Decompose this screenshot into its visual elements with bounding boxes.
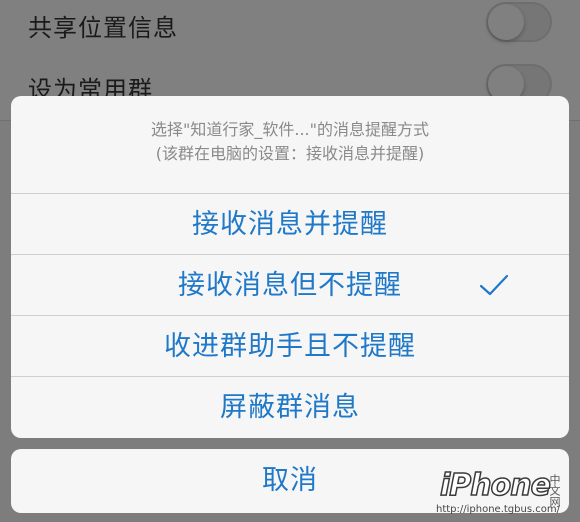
option-move-to-group-assistant[interactable]: 收进群助手且不提醒: [11, 316, 569, 377]
option-label: 屏蔽群消息: [220, 392, 360, 423]
action-sheet-subtitle: (该群在电脑的设置：接收消息并提醒): [155, 144, 425, 163]
site-watermark: iPhone 中文网 http://iphone.tgbus.com/: [436, 467, 572, 516]
watermark-cn-text: 中文网: [548, 474, 561, 507]
share-location-toggle: [486, 2, 552, 42]
action-sheet-title: 选择"知道行家_软件..."的消息提醒方式: [151, 120, 429, 139]
option-receive-and-notify[interactable]: 接收消息并提醒: [11, 194, 569, 255]
action-sheet-header: 选择"知道行家_软件..."的消息提醒方式 (该群在电脑的设置：接收消息并提醒): [11, 96, 569, 194]
share-location-row: 共享位置信息: [0, 0, 580, 59]
option-label: 收进群助手且不提醒: [164, 331, 416, 362]
notification-mode-action-sheet: 选择"知道行家_软件..."的消息提醒方式 (该群在电脑的设置：接收消息并提醒)…: [11, 96, 569, 438]
watermark-logo: iPhone: [439, 467, 551, 504]
option-block-group-messages[interactable]: 屏蔽群消息: [11, 377, 569, 438]
toggle-knob: [488, 4, 524, 40]
checkmark-icon: [479, 274, 509, 296]
option-label: 接收消息并提醒: [192, 209, 388, 240]
watermark-url: http://iphone.tgbus.com/: [436, 504, 560, 515]
share-location-label: 共享位置信息: [28, 14, 178, 42]
option-receive-no-notify[interactable]: 接收消息但不提醒: [11, 255, 569, 316]
